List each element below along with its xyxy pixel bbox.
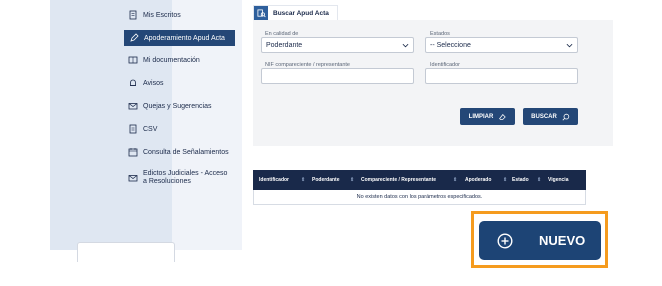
nuevo-button[interactable]: NUEVO: [479, 221, 601, 260]
bottom-card: [77, 242, 175, 262]
search-icon: [562, 113, 570, 120]
sidebar-item-label: Consulta de Señalamientos: [143, 148, 229, 156]
document-icon: [128, 10, 138, 20]
sidebar-item-label: Apoderamiento Apud Acta: [144, 34, 225, 42]
th-apoderado[interactable]: Apoderado: [465, 177, 491, 183]
book-icon: [128, 55, 138, 65]
sort-icon[interactable]: ⇕: [301, 177, 305, 183]
sort-icon[interactable]: ⇕: [503, 177, 507, 183]
sidebar-item-label: Avisos: [143, 79, 164, 87]
sidebar-item-edictos[interactable]: Edictos Judiciales - Acceso a Resolucion…: [128, 170, 233, 186]
th-estado[interactable]: Estado: [512, 177, 529, 183]
sort-icon[interactable]: ⇕: [453, 177, 457, 183]
sidebar-item-label: Mis Escritos: [143, 11, 181, 19]
sidebar-item-quejas[interactable]: Quejas y Sugerencias: [128, 101, 211, 111]
search-doc-icon: [254, 6, 268, 20]
eraser-icon: [499, 113, 507, 120]
table-header: Identificador ⇕ Poderdante ⇕ Comparecien…: [253, 170, 586, 190]
th-identificador[interactable]: Identificador: [259, 177, 289, 183]
sidebar-item-csv[interactable]: CSV: [128, 124, 157, 134]
buscar-button[interactable]: BUSCAR: [523, 108, 578, 125]
th-compareciente[interactable]: Compareciente / Representante: [361, 177, 436, 183]
envelope-icon: [128, 101, 138, 111]
nif-input[interactable]: [261, 68, 414, 84]
sidebar-item-avisos[interactable]: Avisos: [128, 78, 164, 88]
tab-label: Buscar Apud Acta: [273, 9, 329, 17]
th-vigencia[interactable]: Vigencia: [548, 177, 568, 183]
empty-message: No existen datos con los parámetros espe…: [356, 194, 483, 200]
calidad-select[interactable]: Poderdante: [261, 37, 414, 53]
tab-buscar-apud-acta[interactable]: Buscar Apud Acta: [253, 5, 338, 20]
estados-value: -- Seleccione: [430, 41, 471, 49]
pen-icon: [129, 33, 139, 43]
calidad-value: Poderdante: [266, 41, 303, 49]
nuevo-label: NUEVO: [539, 233, 586, 248]
th-poderdante[interactable]: Poderdante: [312, 177, 340, 183]
limpiar-label: LIMPIAR: [468, 113, 494, 120]
sidebar-item-mis-escritos[interactable]: Mis Escritos: [128, 10, 181, 20]
sidebar-item-mi-documentacion[interactable]: Mi documentación: [128, 55, 200, 65]
sidebar-item-label: Quejas y Sugerencias: [143, 102, 212, 110]
sidebar-item-consulta-senalamientos[interactable]: Consulta de Señalamientos: [128, 147, 229, 157]
limpiar-button[interactable]: LIMPIAR: [460, 108, 515, 125]
bell-icon: [128, 78, 138, 88]
identificador-input[interactable]: [425, 68, 578, 84]
estados-select[interactable]: -- Seleccione: [425, 37, 578, 53]
empty-row: No existen datos con los parámetros espe…: [253, 190, 586, 205]
calendar-icon: [128, 147, 138, 157]
sidebar-item-apoderamiento[interactable]: Apoderamiento Apud Acta: [124, 30, 235, 46]
sidebar-item-label: Edictos Judiciales - Acceso a Resolucion…: [143, 170, 228, 185]
sidebar-item-label: Mi documentación: [143, 56, 200, 64]
buscar-label: BUSCAR: [531, 113, 557, 120]
chevron-down-icon: [566, 43, 573, 48]
results-table: Identificador ⇕ Poderdante ⇕ Comparecien…: [253, 170, 586, 205]
csv-icon: [128, 124, 138, 134]
sort-icon[interactable]: ⇕: [350, 177, 354, 183]
sort-icon[interactable]: ⇕: [537, 177, 541, 183]
chevron-down-icon: [402, 43, 409, 48]
plus-circle-icon: [497, 232, 513, 249]
mail-icon: [128, 173, 138, 183]
sidebar-item-label: CSV: [143, 125, 158, 133]
